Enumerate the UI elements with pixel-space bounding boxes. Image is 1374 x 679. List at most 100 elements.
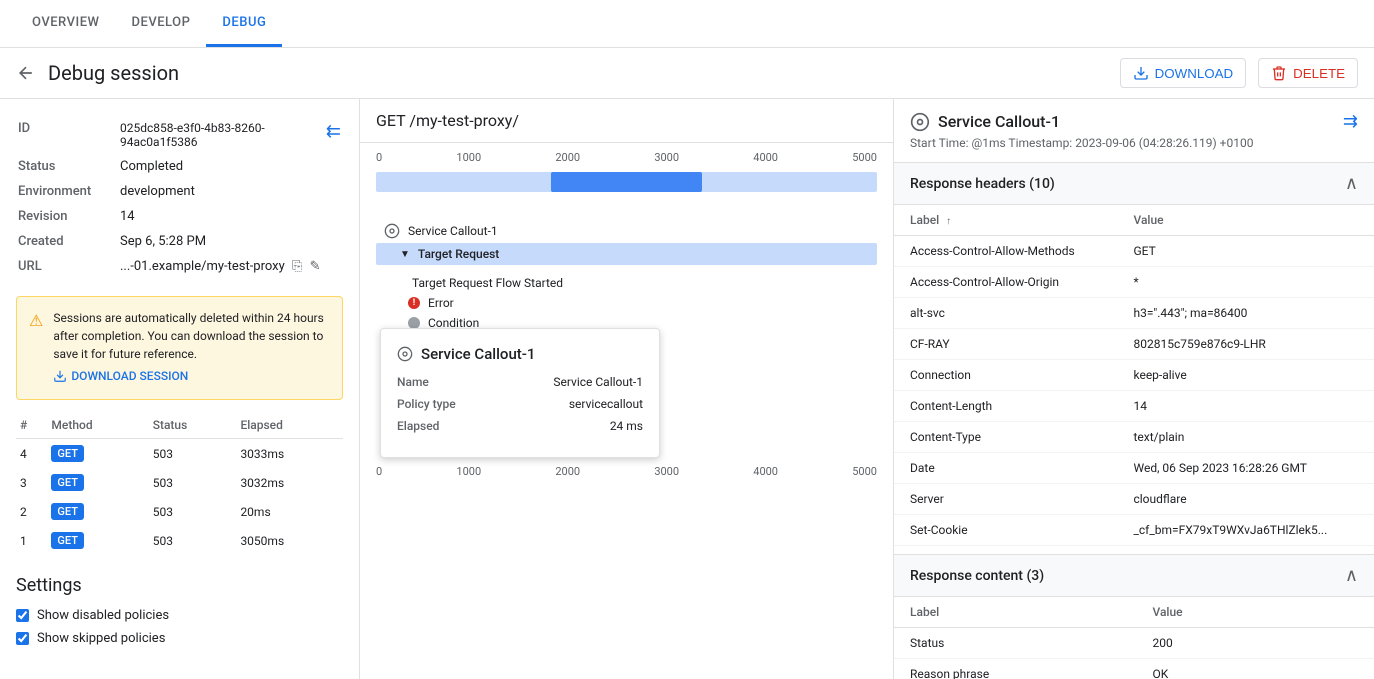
callout-subtitle: Start Time: @1ms Timestamp: 2023-09-06 (… bbox=[910, 136, 1358, 150]
header-actions: DOWNLOAD DELETE bbox=[1120, 58, 1358, 88]
list-item: Access-Control-Allow-Origin* bbox=[894, 267, 1374, 298]
tooltip-policy-row: Policy type servicecallout bbox=[397, 397, 643, 411]
timeline-axis-top: 010002000300040005000 bbox=[360, 151, 893, 164]
row-method: GET bbox=[47, 526, 148, 555]
headers-value-col: Value bbox=[1117, 205, 1374, 236]
collapse-panel-icon[interactable]: ⇇ bbox=[326, 121, 341, 142]
headers-label-col: Label ↑ bbox=[894, 205, 1117, 236]
list-item: DateWed, 06 Sep 2023 16:28:26 GMT bbox=[894, 453, 1374, 484]
requests-table: # Method Status Elapsed 4 GET 503 3033ms… bbox=[16, 412, 343, 555]
alert-box: ⚠ Sessions are automatically deleted wit… bbox=[16, 296, 343, 400]
row-num: 4 bbox=[16, 439, 47, 469]
tab-develop[interactable]: DEVELOP bbox=[115, 1, 206, 47]
url-value: ...-01.example/my-test-proxy ⎘ ✎ bbox=[120, 255, 324, 278]
header-label: Content-Length bbox=[894, 391, 1117, 422]
sort-icon[interactable]: ↑ bbox=[946, 216, 951, 227]
next-icon[interactable]: ⇉ bbox=[1343, 111, 1358, 132]
back-button[interactable] bbox=[16, 63, 36, 83]
event-error[interactable]: ! Error bbox=[376, 293, 877, 313]
header-label: Access-Control-Allow-Origin bbox=[894, 267, 1117, 298]
settings-title: Settings bbox=[16, 575, 343, 596]
list-item: alt-svch3=".443"; ma=86400 bbox=[894, 298, 1374, 329]
page-header: Debug session DOWNLOAD DELETE bbox=[0, 48, 1374, 99]
list-item: CF-RAY802815c759e876c9-LHR bbox=[894, 329, 1374, 360]
table-row[interactable]: 3 GET 503 3032ms bbox=[16, 468, 343, 497]
tooltip-name-row: Name Service Callout-1 bbox=[397, 375, 643, 389]
flow-item-target-request[interactable]: ▼ Target Request bbox=[376, 243, 877, 265]
settings-checkbox-0[interactable] bbox=[16, 609, 29, 622]
row-status: 503 bbox=[149, 439, 237, 469]
row-method: GET bbox=[47, 439, 148, 469]
response-content-section: Response content (3) ∧ bbox=[894, 554, 1374, 597]
header-value: Wed, 06 Sep 2023 16:28:26 GMT bbox=[1117, 453, 1374, 484]
header-value: _cf_bm=FX79xT9WXvJa6THlZlek5... bbox=[1117, 515, 1374, 546]
row-num: 3 bbox=[16, 468, 47, 497]
download-button[interactable]: DOWNLOAD bbox=[1120, 58, 1247, 88]
settings-checkbox-1[interactable] bbox=[16, 632, 29, 645]
axis-label: 0 bbox=[376, 151, 382, 164]
content-value-col: Value bbox=[1136, 597, 1374, 628]
header-label: CF-RAY bbox=[894, 329, 1117, 360]
axis-label: 2000 bbox=[555, 151, 580, 164]
row-num: 1 bbox=[16, 526, 47, 555]
revision-value: 14 bbox=[120, 205, 324, 228]
download-session-link[interactable]: DOWNLOAD SESSION bbox=[53, 369, 188, 383]
col-method: Method bbox=[47, 412, 148, 439]
col-hash: # bbox=[16, 412, 47, 439]
row-status: 503 bbox=[149, 526, 237, 555]
header-label: Content-Type bbox=[894, 422, 1117, 453]
delete-button[interactable]: DELETE bbox=[1258, 58, 1358, 88]
tooltip-header: Service Callout-1 bbox=[397, 345, 643, 363]
chevron-down-icon: ▼ bbox=[400, 249, 410, 260]
header-value: keep-alive bbox=[1117, 360, 1374, 391]
header-label: Connection bbox=[894, 360, 1117, 391]
header-value: text/plain bbox=[1117, 422, 1374, 453]
id-value: 025dc858-e3f0-4b83-8260-94ac0a1f5386 bbox=[120, 117, 324, 153]
list-item: Servercloudflare bbox=[894, 484, 1374, 515]
table-row[interactable]: 4 GET 503 3033ms bbox=[16, 439, 343, 469]
row-elapsed: 3050ms bbox=[236, 526, 343, 555]
copy-url-icon[interactable]: ⎘ bbox=[292, 259, 302, 274]
header-value: 14 bbox=[1117, 391, 1374, 422]
env-value: development bbox=[120, 180, 324, 203]
tab-debug[interactable]: DEBUG bbox=[206, 1, 282, 47]
tooltip-popup: Service Callout-1 Name Service Callout-1… bbox=[380, 328, 660, 458]
status-value: Completed bbox=[120, 155, 324, 178]
content-label-col: Label bbox=[894, 597, 1136, 628]
timeline-axis-bottom: 010002000300040005000 bbox=[360, 461, 893, 482]
axis-label: 1000 bbox=[456, 465, 481, 478]
settings-section: Settings Show disabled policies Show skip… bbox=[16, 575, 343, 646]
axis-label: 5000 bbox=[852, 465, 877, 478]
header-label: Set-Cookie bbox=[894, 515, 1117, 546]
flow-item-service-callout[interactable]: Service Callout-1 bbox=[376, 219, 877, 243]
response-content-table: Label Value Status200Reason phraseOKBody… bbox=[894, 597, 1374, 679]
row-num: 2 bbox=[16, 497, 47, 526]
row-method: GET bbox=[47, 468, 148, 497]
row-elapsed: 3032ms bbox=[236, 468, 343, 497]
collapse-content-icon[interactable]: ∧ bbox=[1345, 565, 1358, 586]
settings-item-1: Show skipped policies bbox=[16, 631, 343, 646]
meta-table: ID 025dc858-e3f0-4b83-8260-94ac0a1f5386 … bbox=[16, 115, 343, 280]
header-value: cloudflare bbox=[1117, 484, 1374, 515]
axis-label: 2000 bbox=[555, 465, 580, 478]
collapse-headers-icon[interactable]: ∧ bbox=[1345, 173, 1358, 194]
header-label: alt-svc bbox=[894, 298, 1117, 329]
table-row[interactable]: 2 GET 503 20ms bbox=[16, 497, 343, 526]
axis-label: 3000 bbox=[654, 465, 679, 478]
callout-title: Service Callout-1 ⇉ bbox=[910, 111, 1358, 132]
col-status: Status bbox=[149, 412, 237, 439]
top-navigation: OVERVIEW DEVELOP DEBUG bbox=[0, 0, 1374, 48]
list-item: Set-Cookie_cf_bm=FX79xT9WXvJa6THlZlek5..… bbox=[894, 515, 1374, 546]
settings-item-0: Show disabled policies bbox=[16, 608, 343, 623]
service-callout-icon bbox=[910, 112, 930, 132]
middle-panel: GET /my-test-proxy/ 01000200030004000500… bbox=[360, 99, 894, 679]
tab-overview[interactable]: OVERVIEW bbox=[16, 1, 115, 47]
list-item: Connectionkeep-alive bbox=[894, 360, 1374, 391]
left-panel: ID 025dc858-e3f0-4b83-8260-94ac0a1f5386 … bbox=[0, 99, 360, 679]
status-label: Status bbox=[18, 155, 118, 178]
row-elapsed: 3033ms bbox=[236, 439, 343, 469]
axis-label: 4000 bbox=[753, 465, 778, 478]
table-row[interactable]: 1 GET 503 3050ms bbox=[16, 526, 343, 555]
content-value: 200 bbox=[1136, 628, 1374, 659]
edit-url-icon[interactable]: ✎ bbox=[310, 259, 321, 274]
